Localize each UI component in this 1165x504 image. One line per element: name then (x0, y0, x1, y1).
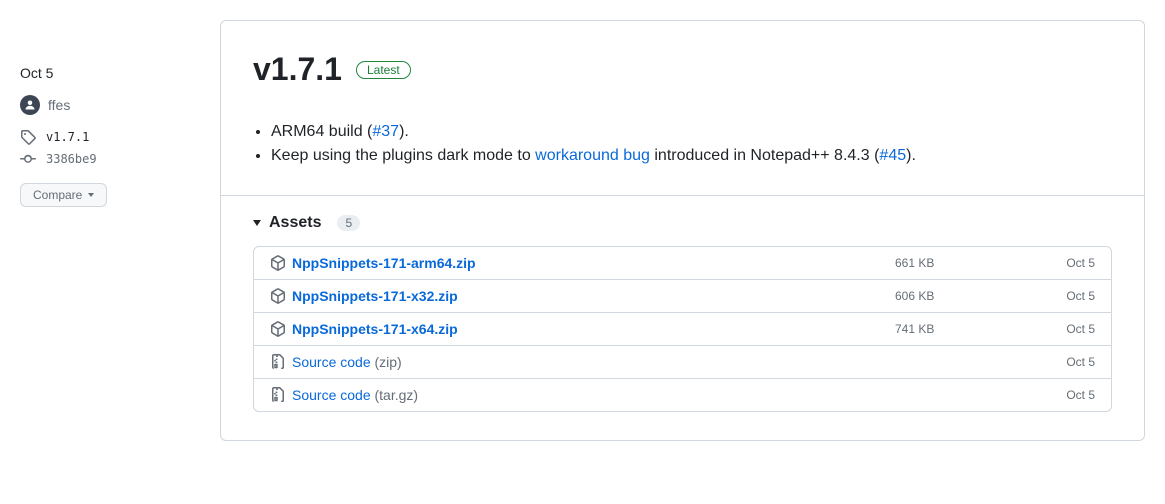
asset-link[interactable]: Source code (tar.gz) (292, 387, 418, 403)
assets-label: Assets (269, 214, 321, 232)
tag-name[interactable]: v1.7.1 (46, 130, 89, 144)
release-title: v1.7.1 (253, 51, 342, 88)
compare-label: Compare (33, 188, 82, 202)
asset-date: Oct 5 (1035, 322, 1095, 336)
changelog-list: ARM64 build (#37). Keep using the plugin… (253, 123, 1112, 165)
issue-link[interactable]: #37 (372, 123, 399, 140)
asset-link[interactable]: Source code (zip) (292, 354, 402, 370)
avatar (20, 95, 40, 115)
asset-date: Oct 5 (1035, 388, 1095, 402)
changelog-item: Keep using the plugins dark mode to work… (271, 147, 1112, 165)
package-icon (270, 288, 286, 304)
asset-row: NppSnippets-171-x64.zip 741 KB Oct 5 (254, 312, 1111, 345)
release-sidebar: Oct 5 ffes v1.7.1 3386be9 Compare (20, 20, 200, 441)
author-name[interactable]: ffes (48, 97, 70, 113)
asset-size: 741 KB (895, 322, 1035, 336)
asset-row: Source code (zip) Oct 5 (254, 345, 1111, 378)
asset-link[interactable]: NppSnippets-171-x32.zip (292, 288, 458, 304)
changelog-item: ARM64 build (#37). (271, 123, 1112, 141)
release-date: Oct 5 (20, 65, 200, 81)
compare-button[interactable]: Compare (20, 183, 107, 207)
triangle-down-icon (253, 220, 261, 226)
asset-date: Oct 5 (1035, 355, 1095, 369)
commit-icon (20, 151, 36, 167)
asset-link[interactable]: NppSnippets-171-x64.zip (292, 321, 458, 337)
asset-link[interactable]: NppSnippets-171-arm64.zip (292, 255, 476, 271)
assets-toggle[interactable]: Assets 5 (253, 214, 1112, 232)
asset-size: 661 KB (895, 256, 1035, 270)
caret-down-icon (88, 193, 94, 197)
file-zip-icon (270, 387, 286, 403)
asset-date: Oct 5 (1035, 289, 1095, 303)
tag-row[interactable]: v1.7.1 (20, 129, 200, 145)
tag-icon (20, 129, 36, 145)
issue-link[interactable]: #45 (879, 147, 906, 164)
asset-size: 606 KB (895, 289, 1035, 303)
latest-badge: Latest (356, 61, 411, 79)
asset-row: NppSnippets-171-x32.zip 606 KB Oct 5 (254, 279, 1111, 312)
assets-table: NppSnippets-171-arm64.zip 661 KB Oct 5 N… (253, 246, 1112, 412)
file-zip-icon (270, 354, 286, 370)
asset-row: NppSnippets-171-arm64.zip 661 KB Oct 5 (254, 247, 1111, 279)
assets-count: 5 (337, 215, 360, 231)
commit-hash[interactable]: 3386be9 (46, 152, 97, 166)
package-icon (270, 321, 286, 337)
package-icon (270, 255, 286, 271)
workaround-link[interactable]: workaround bug (535, 147, 650, 164)
commit-row[interactable]: 3386be9 (20, 151, 200, 167)
author-row[interactable]: ffes (20, 95, 200, 115)
asset-date: Oct 5 (1035, 256, 1095, 270)
release-panel: v1.7.1 Latest ARM64 build (#37). Keep us… (220, 20, 1145, 441)
asset-row: Source code (tar.gz) Oct 5 (254, 378, 1111, 411)
